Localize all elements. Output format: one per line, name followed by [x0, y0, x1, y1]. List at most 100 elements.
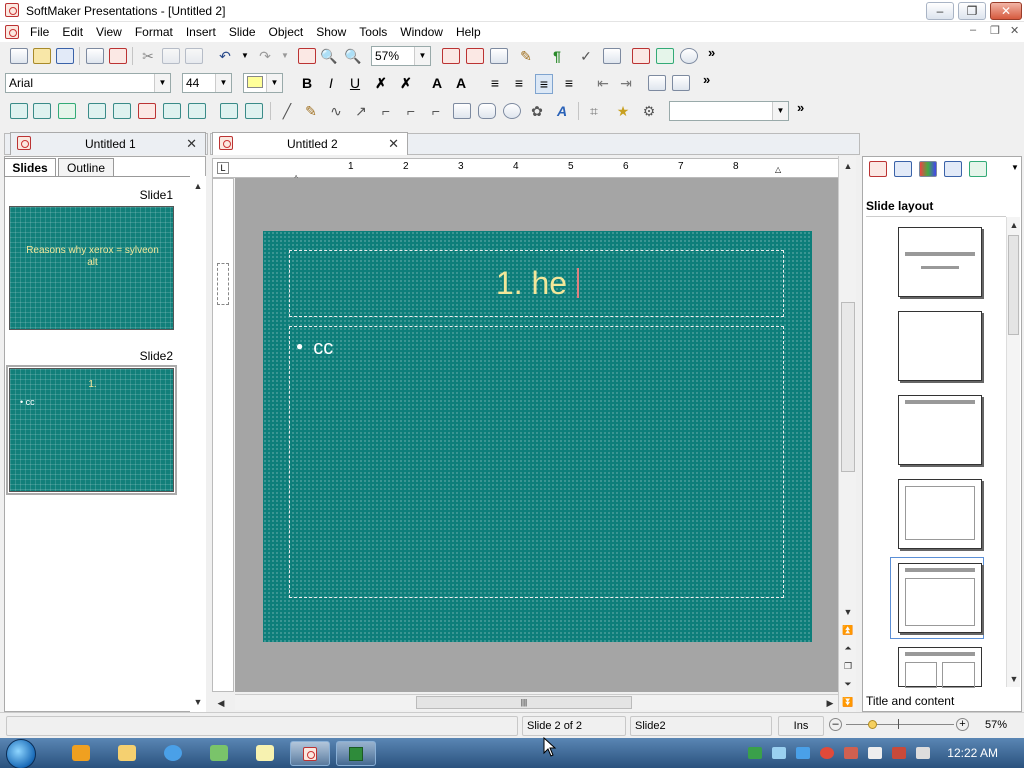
status-insert-mode[interactable]: Ins — [778, 716, 824, 736]
media-object-icon[interactable] — [245, 103, 263, 119]
group-icon[interactable] — [33, 103, 51, 119]
open-folder-icon[interactable] — [33, 48, 51, 64]
vertical-scrollbar[interactable]: ▲ ▼ ⏫ ⏶ ❐ ⏷ ⏬ — [838, 156, 856, 712]
scroll-down-icon[interactable]: ▼ — [1006, 671, 1022, 687]
tray-icon[interactable] — [748, 747, 762, 759]
scroll-up-icon[interactable]: ▲ — [1006, 217, 1022, 233]
numbering-icon[interactable] — [648, 75, 666, 91]
zoom-slider-thumb[interactable] — [868, 720, 877, 729]
paragraph-format-icon[interactable] — [466, 48, 484, 64]
layout-two-content[interactable] — [898, 647, 982, 688]
curved-connector-icon[interactable]: ⌐ — [427, 102, 445, 120]
tab-slides[interactable]: Slides — [4, 158, 56, 176]
menu-slide[interactable]: Slide — [223, 22, 262, 42]
color-scheme-icon[interactable] — [919, 161, 937, 177]
curve-tool-icon[interactable]: ∿ — [327, 102, 345, 120]
redo-icon[interactable]: ↷ — [256, 47, 274, 65]
object-selector-combo[interactable]: ▼ — [669, 101, 789, 121]
menu-show[interactable]: Show — [310, 22, 352, 42]
flag-icon[interactable] — [868, 747, 882, 759]
tab-outline[interactable]: Outline — [58, 158, 114, 176]
font-size-combo[interactable]: 44 ▼ — [182, 73, 232, 93]
shrink-font-icon[interactable]: A — [452, 74, 470, 92]
tab-untitled-2[interactable]: Untitled 2 ✕ — [212, 132, 408, 155]
chevron-down-icon[interactable]: ▼ — [772, 102, 788, 120]
zoom-in-icon[interactable]: 🔍 — [320, 47, 338, 65]
menu-format[interactable]: Format — [129, 22, 179, 42]
align-center-icon[interactable]: ≡ — [510, 74, 528, 92]
zoom-icon[interactable]: 🔍 — [344, 47, 362, 65]
next-slide-icon[interactable]: ⏷ — [840, 676, 856, 692]
strikethrough-icon[interactable]: ✗ — [372, 74, 390, 92]
mdi-minimize-button[interactable]: – — [970, 24, 976, 36]
slide-thumbnail-1[interactable]: Reasons why xerox = sylveon alt — [9, 206, 174, 330]
textmaker-icon[interactable] — [632, 48, 650, 64]
network-status-icon[interactable] — [892, 747, 906, 759]
horizontal-scrollbar[interactable]: ◀ ||| ▶ — [218, 694, 838, 711]
font-name-combo[interactable]: Arial ▼ — [5, 73, 171, 93]
copy-icon[interactable] — [162, 48, 180, 64]
tray-icon[interactable] — [844, 747, 858, 759]
toolbar-more-icon[interactable]: » — [703, 72, 710, 87]
tray-icon[interactable] — [820, 747, 834, 759]
scroll-up-icon[interactable]: ▲ — [190, 178, 206, 194]
previous-slide-icon[interactable]: ⏶ — [840, 640, 856, 656]
bullet-item[interactable]: ● cc — [296, 337, 333, 360]
undo-icon[interactable]: ↶ — [216, 47, 234, 65]
scroll-down-icon[interactable]: ▼ — [840, 604, 856, 620]
close-tab-icon[interactable]: ✕ — [186, 136, 197, 152]
arrow-tool-icon[interactable]: ↗ — [352, 102, 370, 120]
pane-menu-icon[interactable]: ▼ — [1011, 163, 1019, 172]
first-slide-icon[interactable]: ⏫ — [840, 622, 856, 638]
toolbar-more-icon[interactable]: » — [797, 100, 804, 115]
print-icon[interactable] — [86, 48, 104, 64]
taskbar-presentations-button[interactable] — [290, 741, 330, 766]
maximize-button[interactable]: ❐ — [958, 2, 986, 20]
table-object-icon[interactable] — [220, 103, 238, 119]
export-pdf-icon[interactable] — [109, 48, 127, 64]
grow-font-icon[interactable]: A — [428, 74, 446, 92]
last-slide-icon[interactable]: ⏬ — [840, 694, 856, 710]
close-button[interactable]: ✕ — [990, 2, 1022, 20]
network-icon[interactable] — [210, 745, 228, 761]
layout-title-slide[interactable] — [898, 227, 982, 297]
frame-object-icon[interactable] — [188, 103, 206, 119]
save-icon[interactable] — [56, 48, 74, 64]
explorer-icon[interactable] — [118, 745, 136, 761]
right-margin-icon[interactable]: △ — [775, 165, 781, 174]
app-icon[interactable] — [5, 3, 19, 17]
layout-scrollbar[interactable]: ▲ ▼ — [1006, 217, 1020, 687]
scroll-right-icon[interactable]: ▶ — [822, 695, 838, 711]
spell-check-icon[interactable]: ✓ — [577, 47, 595, 65]
insert-table-icon[interactable] — [298, 48, 316, 64]
cut-icon[interactable]: ✂ — [139, 47, 157, 65]
autoshape-tool-icon[interactable]: ✿ — [528, 102, 546, 120]
textart-tool-icon[interactable]: A — [553, 102, 571, 120]
internet-explorer-icon[interactable] — [164, 745, 182, 761]
new-document-icon[interactable] — [10, 48, 28, 64]
rounded-rect-tool-icon[interactable] — [478, 103, 496, 119]
highlight-color-combo[interactable]: ▼ — [243, 73, 283, 93]
taskbar-clock[interactable]: 12:22 AM — [947, 746, 998, 760]
paste-icon[interactable] — [185, 48, 203, 64]
slide-layout-icon[interactable] — [869, 161, 887, 177]
bullets-format-icon[interactable] — [490, 48, 508, 64]
line-tool-icon[interactable]: ╱ — [278, 102, 296, 120]
menu-tools[interactable]: Tools — [353, 22, 393, 42]
rectangle-tool-icon[interactable] — [453, 103, 471, 119]
tab-stop-icon[interactable]: L — [217, 162, 229, 174]
taskbar-spreadsheet-button[interactable] — [336, 741, 376, 766]
mdi-restore-button[interactable]: ❐ — [990, 24, 1000, 37]
title-placeholder[interactable]: 1. he — [289, 250, 784, 317]
bullets-icon[interactable] — [672, 75, 690, 91]
slide-thumbnail-2[interactable]: 1. • cc — [9, 368, 174, 492]
toolbar-more-icon[interactable]: » — [708, 45, 715, 60]
layout-title-only[interactable] — [898, 395, 982, 465]
chevron-down-icon[interactable]: ▼ — [414, 47, 430, 65]
picture-icon[interactable] — [58, 103, 76, 119]
crop-icon[interactable]: ⌗ — [585, 102, 603, 120]
planmaker-icon[interactable] — [656, 48, 674, 64]
planmaker-object-icon[interactable] — [163, 103, 181, 119]
slide-title[interactable]: 1. he — [290, 265, 785, 302]
layout-title-and-content[interactable] — [898, 563, 982, 633]
